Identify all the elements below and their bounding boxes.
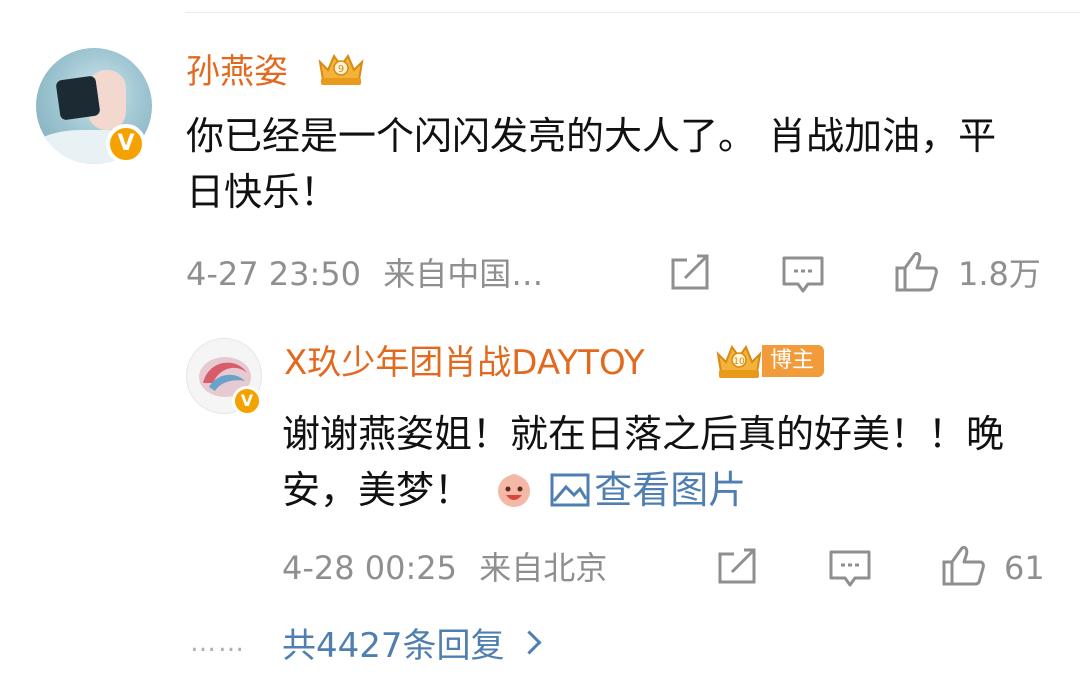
reply-meta: 4-28 00:25 来自北京 — [282, 548, 607, 588]
crown-badge-icon: 10 — [716, 344, 762, 378]
view-picture-label: 查看图片 — [594, 468, 747, 512]
more-replies-link[interactable]: 共4427条回复 — [282, 624, 542, 668]
crown-badge-icon: 9 — [318, 53, 364, 85]
comment-like-count: 1.8万 — [958, 255, 1041, 293]
comment-text: 你已经是一个闪闪发亮的大人了。 肖战加油，平日快乐！ — [186, 114, 997, 214]
comment-username[interactable]: 孙燕姿 — [186, 52, 288, 92]
svg-text:9: 9 — [338, 64, 344, 75]
reply-source: 来自北京 — [479, 549, 608, 587]
svg-text:10: 10 — [733, 357, 745, 367]
share-icon[interactable] — [714, 546, 760, 588]
reply-like-count: 61 — [1004, 549, 1045, 587]
reply-username[interactable]: X玖少年团肖战DAYTOY — [284, 343, 645, 383]
comment-icon[interactable] — [827, 548, 873, 590]
avatar-camera — [55, 75, 101, 121]
bozhu-badge: 博主 — [762, 345, 825, 377]
share-icon[interactable] — [667, 252, 713, 294]
view-picture-link[interactable]: 查看图片 — [550, 468, 746, 512]
verified-badge: V — [106, 124, 146, 164]
comment-timestamp: 4-27 23:50 — [186, 255, 362, 293]
chevron-right-icon — [517, 630, 542, 655]
like-icon[interactable] — [893, 250, 939, 292]
comment-meta: 4-27 23:50 来自中国… — [186, 254, 543, 294]
picture-icon — [550, 473, 590, 507]
reply-timestamp: 4-28 00:25 — [282, 549, 458, 587]
comment-source: 来自中国… — [383, 255, 544, 293]
comment-icon[interactable] — [780, 254, 826, 296]
like-icon[interactable] — [940, 544, 986, 586]
more-dots: …… — [190, 628, 246, 658]
top-divider — [185, 12, 1080, 13]
more-replies-label: 共4427条回复 — [282, 626, 505, 666]
smiling-emoji-icon — [498, 474, 531, 507]
reply-verified-badge: V — [232, 386, 262, 416]
reply-text-block: 谢谢燕姿姐！就在日落之后真的好美！！晚安，美梦！ 查看图片 — [282, 406, 1062, 518]
